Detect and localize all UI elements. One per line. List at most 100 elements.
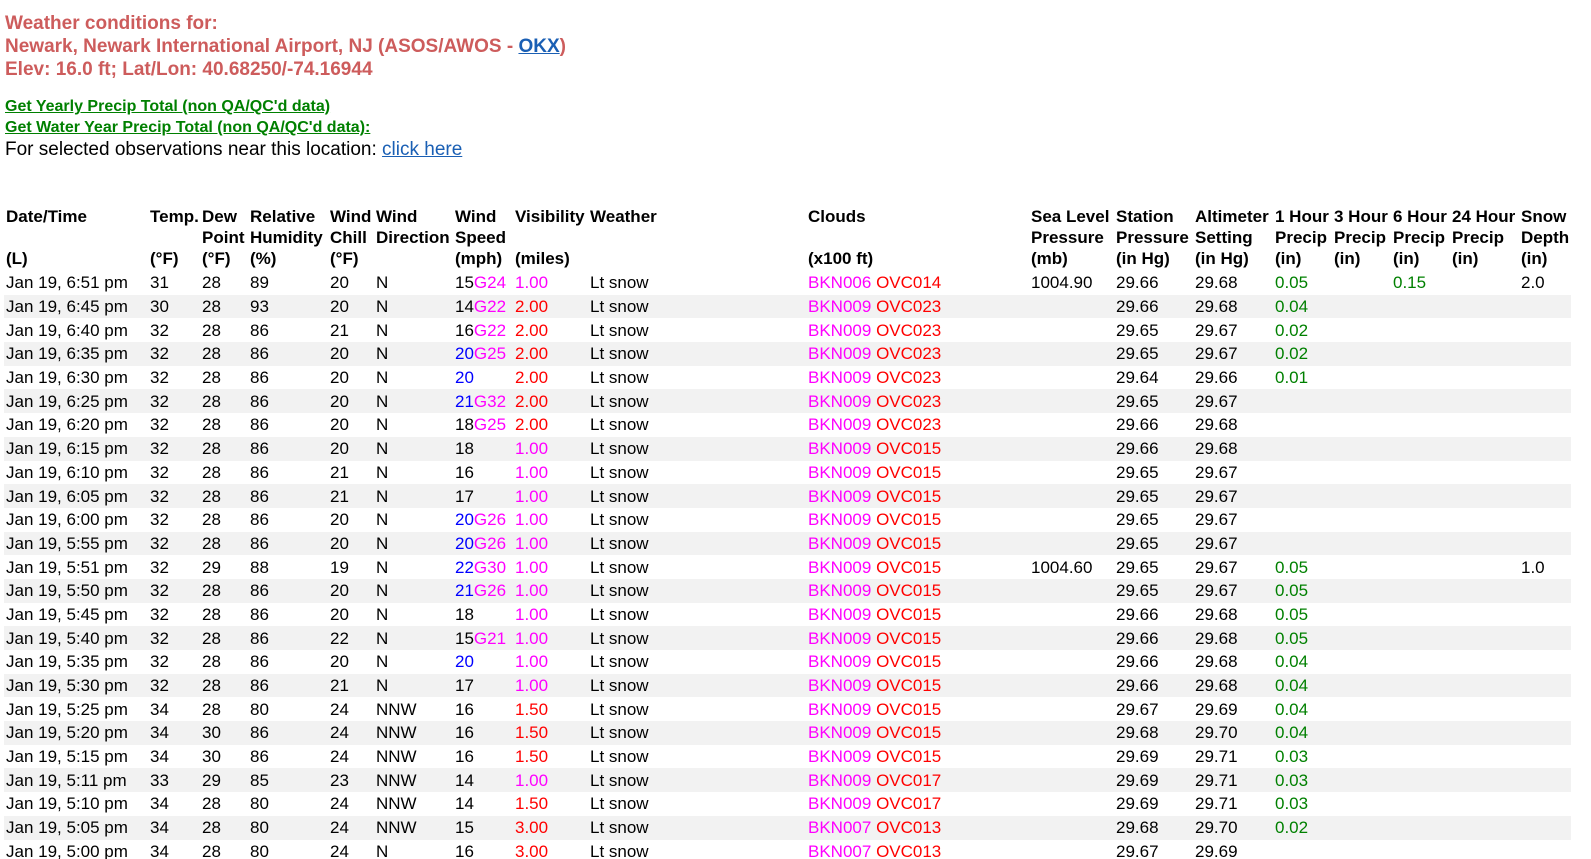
column-header-p3: 3 Hour [1334,207,1388,226]
cell-wind-speed: 20 [453,366,513,390]
cell-altimeter: 29.71 [1193,768,1273,793]
humidity-value: 86 [250,439,269,459]
wind-direction-value: N [376,415,389,435]
cell-wind-direction: N [374,271,453,295]
cell-sea-level-pressure [1029,721,1114,745]
cell-wind-speed: 16 [453,745,513,769]
visibility-value: 1.50 [515,794,549,814]
cell-wind-speed: 16 [453,697,513,721]
station-pressure-value: 29.65 [1116,510,1159,530]
cell-datetime: Jan 19, 5:40 pm [4,626,148,650]
cell-precip-6h [1391,673,1450,698]
visibility-value: 3.00 [515,841,549,859]
cell-wind-chill: 21 [328,484,374,508]
cell-wind-chill: 21 [328,673,374,698]
column-header-wx [588,227,806,248]
cloud-broken-value: BKN009 [808,533,872,553]
cell-datetime: Jan 19, 5:15 pm [4,745,148,769]
cell-wind-direction: N [374,436,453,461]
table-row: Jan 19, 5:15 pm 34 30 86 24 NNW 16 1.50 Lt snow B… [4,745,1571,769]
cell-precip-6h [1391,840,1450,859]
cell-dewpoint: 28 [200,697,248,721]
temp-value: 34 [150,841,169,859]
column-header-wdir: Wind [376,207,418,226]
column-header-snow: Snow [1521,207,1567,226]
cell-clouds: BKN007 OVC013 [806,815,1029,840]
observations-table: Date/Time Temp. Dew Relative Wind Wind Wind Vis… [4,206,1571,859]
cell-wind-chill: 21 [328,318,374,342]
okx-link[interactable]: OKX [518,36,559,57]
weather-value: Lt snow [590,628,649,648]
column-header-slp: (mb) [1031,249,1068,268]
cloud-overcast-value: OVC023 [876,391,942,411]
cell-precip-6h [1391,650,1450,674]
cell-visibility: 2.00 [513,294,588,319]
cloud-broken-value: BKN006 [808,273,872,293]
selected-obs-line: For selected observations near this loca… [5,138,462,162]
cell-precip-6h [1391,815,1450,840]
station-pressure-value: 29.65 [1116,320,1159,340]
wind-speed-value: 20 [455,368,474,388]
dewpoint-value: 29 [202,770,221,790]
weather-value: Lt snow [590,486,649,506]
wind-speed-value: 20 [455,510,474,530]
cell-wind-direction: N [374,840,453,859]
dewpoint-value: 28 [202,320,221,340]
cell-weather: Lt snow [588,531,806,556]
weather-value: Lt snow [590,652,649,672]
cloud-broken-value: BKN009 [808,462,872,482]
precip-1h-value: 0.05 [1275,581,1309,601]
cell-precip-1h: 0.02 [1273,342,1332,366]
altimeter-value: 29.70 [1195,818,1238,838]
cell-precip-24h [1450,603,1519,627]
cell-visibility: 1.50 [513,697,588,721]
cell-temp: 30 [148,294,200,319]
cell-humidity: 86 [248,721,328,745]
water-year-precip-link[interactable]: Get Water Year Precip Total (non QA/QC'd… [5,117,462,138]
cell-altimeter: 29.68 [1193,413,1273,437]
cell-humidity: 86 [248,745,328,769]
cell-temp: 32 [148,555,200,579]
cloud-broken-value: BKN009 [808,557,872,577]
cell-station-pressure: 29.65 [1114,531,1193,556]
cell-clouds: BKN009 OVC015 [806,626,1029,650]
cell-station-pressure: 29.67 [1114,697,1193,721]
cell-sea-level-pressure [1029,318,1114,342]
wind-gust-value: G21 [473,628,507,648]
cell-weather: Lt snow [588,815,806,840]
cell-clouds: BKN009 OVC015 [806,603,1029,627]
cell-wind-direction: NNW [374,697,453,721]
cell-weather: Lt snow [588,294,806,319]
cloud-broken-value: BKN009 [808,652,872,672]
wind-chill-value: 23 [330,770,349,790]
yearly-precip-link[interactable]: Get Yearly Precip Total (non QA/QC'd dat… [5,96,462,117]
cell-snow-depth: 1.0 [1519,555,1571,579]
cell-dewpoint: 28 [200,603,248,627]
cloud-overcast-value: OVC023 [876,320,942,340]
cell-temp: 32 [148,436,200,461]
click-here-link[interactable]: click here [382,139,462,160]
cell-wind-chill: 20 [328,413,374,437]
cell-humidity: 86 [248,531,328,556]
wind-direction-value: NNW [376,699,417,719]
cell-wind-speed: 20G26 [453,531,513,556]
table-header: Date/Time Temp. Dew Relative Wind Wind Wind Vis… [4,206,1571,271]
weather-value: Lt snow [590,770,649,790]
cell-dewpoint: 29 [200,555,248,579]
cell-dewpoint: 28 [200,389,248,414]
visibility-value: 1.00 [515,770,549,790]
station-pressure-value: 29.68 [1116,818,1159,838]
cell-wind-speed: 15G24 [453,271,513,295]
cell-precip-6h [1391,366,1450,390]
cell-wind-direction: N [374,650,453,674]
cell-humidity: 86 [248,603,328,627]
column-header-vis: Visibility [515,207,585,226]
wind-chill-value: 20 [330,415,349,435]
datetime-value: Jan 19, 6:15 pm [6,439,128,459]
temp-value: 32 [150,415,169,435]
cloud-overcast-value: OVC015 [876,747,942,767]
wind-speed-value: 20 [455,533,474,553]
precip-1h-value: 0.05 [1275,604,1309,624]
cell-datetime: Jan 19, 6:20 pm [4,413,148,437]
cell-temp: 32 [148,389,200,414]
